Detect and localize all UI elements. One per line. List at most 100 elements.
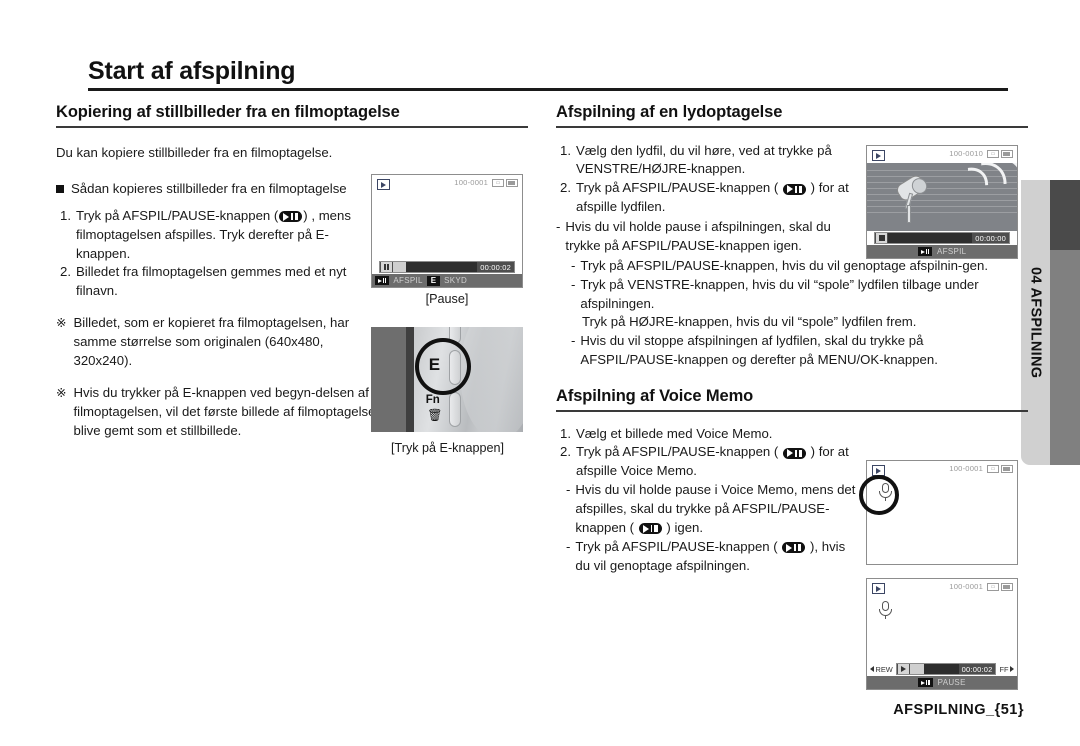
- ff-control[interactable]: FF: [999, 665, 1014, 674]
- step-text-a: Tryk på AFSPIL/PAUSE-knappen (: [576, 180, 779, 196]
- intro-paragraph: Du kan kopiere stillbilleder fra en film…: [56, 144, 333, 160]
- transport-row: REW 00:00:02 FF: [867, 663, 1017, 676]
- file-number-label: 100-0001: [454, 178, 488, 187]
- page-title-rule: [88, 88, 1008, 91]
- play-pause-key-icon: [375, 276, 390, 285]
- sub-item-text: Hvis du vil stoppe afspilningen af lydfi…: [580, 333, 938, 368]
- step-text: Tryk på AFSPIL/PAUSE-knappen () , mens f…: [76, 207, 376, 264]
- sub-item-text: Tryk på VENSTRE-knappen, hvis du vil “sp…: [580, 276, 979, 311]
- section-title-rule: [56, 126, 528, 128]
- sub-item-text: Tryk på AFSPIL/PAUSE-knappen, hvis du vi…: [580, 257, 988, 273]
- note-mark-icon: ※: [56, 385, 67, 400]
- playback-mode-icon: [872, 150, 885, 161]
- e-key-icon: E: [426, 275, 441, 286]
- audio-extra-line: Tryk på HØJRE-knappen, hvis du vil “spol…: [582, 314, 917, 330]
- step-text-b: ): [810, 180, 816, 196]
- sub-item: - Hvis du vil holde pause i Voice Memo, …: [556, 481, 856, 538]
- rew-label: REW: [875, 664, 893, 674]
- camera-button-fn[interactable]: [448, 392, 461, 427]
- lcd-pause-preview: 100-0001 ▭ 00:00:02 AFSPIL E SKYD: [371, 174, 523, 288]
- step-number: 2.: [560, 444, 571, 460]
- lcd-voice-memo-select: 100-0001 ▭: [859, 460, 1018, 565]
- page-footer: AFSPILNING_{51}: [893, 702, 1024, 718]
- list-item: 2. Tryk på AFSPIL/PAUSE-knappen ( ) for …: [556, 443, 856, 481]
- playback-mode-icon: [872, 583, 885, 594]
- progress-thumb: [909, 664, 924, 674]
- battery-icon: [1001, 583, 1013, 591]
- bullet-heading-text: Sådan kopieres stillbilleder fra en film…: [71, 180, 347, 196]
- microphone-artwork: [867, 163, 1017, 231]
- playback-mode-icon: [377, 179, 390, 190]
- list-item: 2. Tryk på AFSPIL/PAUSE-knappen ( ) for …: [556, 179, 856, 217]
- section-title-copy-stills: Kopiering af stillbilleder fra en filmop…: [56, 103, 400, 121]
- mic-stem-icon: [885, 615, 887, 619]
- step-number: 1.: [560, 425, 571, 441]
- camera-body-curve: [459, 327, 523, 432]
- sub-item-text: Tryk på AFSPIL/PAUSE-knappen ( ), hvis d…: [575, 538, 856, 576]
- play-pause-key-icon: [917, 247, 932, 256]
- sub-item-pre: Hvis du vil holde pause i Voice Memo, me…: [575, 482, 856, 535]
- mic-stand-icon: [907, 205, 912, 223]
- pause-state-label: PAUSE: [937, 678, 966, 687]
- step-text-a: Tryk på AFSPIL/PAUSE-knappen (: [76, 207, 279, 223]
- play-pause-button-icon: [782, 183, 806, 195]
- dash-marker: -: [571, 276, 576, 292]
- step-text-b: ): [810, 444, 816, 460]
- rew-control[interactable]: REW: [870, 665, 893, 674]
- step-text: Tryk på AFSPIL/PAUSE-knappen ( ) for at …: [576, 443, 856, 481]
- file-number-label: 100-0010: [949, 149, 983, 158]
- time-code-label: 00:00:00: [972, 233, 1009, 243]
- lcd-menu-bar: PAUSE: [867, 676, 1017, 689]
- battery-icon: [1001, 150, 1013, 158]
- photo-dark-edge: [371, 327, 406, 432]
- progress-track: [406, 262, 478, 272]
- sub-item-text: Hvis du vil holde pause i afspilningen, …: [565, 219, 831, 253]
- highlight-circle-icon: [859, 475, 899, 515]
- square-bullet-icon: [56, 184, 64, 193]
- play-pause-button-icon: [782, 447, 806, 459]
- dash-marker: -: [556, 219, 561, 234]
- sub-item: - Hvis du vil holde pause i afspilningen…: [556, 218, 856, 256]
- note-item: ※ Hvis du trykker på E-knappen ved begyn…: [56, 384, 386, 441]
- trash-icon: 🗑: [427, 407, 443, 422]
- photo-dark-edge-2: [405, 327, 414, 432]
- step-number: 2.: [60, 264, 71, 280]
- e-button-label: E: [428, 355, 441, 375]
- sub-item-text: Hvis du vil holde pause i Voice Memo, me…: [575, 481, 856, 538]
- dash-marker: -: [566, 482, 571, 498]
- file-number-label: 100-0001: [949, 582, 983, 591]
- list-item: 1. Vælg et billede med Voice Memo.: [556, 425, 856, 444]
- step-text: Vælg den lydfil, du vil høre, ved at try…: [576, 142, 832, 177]
- skyd-label: SKYD: [444, 276, 468, 285]
- step-number: 2.: [560, 180, 571, 196]
- play-pause-button-icon: [279, 211, 303, 223]
- list-item: 1. Tryk på AFSPIL/PAUSE-knappen () , men…: [56, 207, 376, 264]
- step-text: Billedet fra filmoptagelsen gemmes med e…: [76, 264, 347, 299]
- memory-card-icon: ▭: [492, 179, 504, 187]
- step-text-b: ) ,: [303, 207, 316, 223]
- sub-item: - Tryk på AFSPIL/PAUSE-knappen ( ), hvis…: [556, 538, 856, 576]
- camera-photo-caption: [Tryk på E-knappen]: [391, 441, 504, 455]
- dash-marker: -: [571, 333, 576, 349]
- afspil-label: AFSPIL: [393, 276, 423, 285]
- audio-steps-list: 1. Vælg den lydfil, du vil høre, ved at …: [556, 142, 856, 256]
- memory-card-icon: ▭: [987, 465, 999, 473]
- memory-card-icon: ▭: [987, 150, 999, 158]
- dash-marker: -: [566, 538, 571, 554]
- side-tab-darker-band: [1049, 180, 1080, 250]
- battery-icon: [1001, 465, 1013, 473]
- note-text: Hvis du trykker på E-knappen ved begyn-d…: [73, 384, 383, 438]
- note-item: ※ Billedet, som er kopieret fra filmopta…: [56, 314, 376, 371]
- step-text-a: Tryk på AFSPIL/PAUSE-knappen (: [576, 444, 779, 460]
- battery-icon: [506, 179, 518, 187]
- pause-marker-icon: [381, 262, 392, 272]
- section-title-rule: [556, 410, 1028, 412]
- ff-label: FF: [999, 664, 1009, 674]
- voice-memo-steps-list: 1. Vælg et billede med Voice Memo. 2. Tr…: [556, 425, 856, 576]
- sub-item-post: ) igen.: [666, 519, 704, 535]
- list-item: 1. Vælg den lydfil, du vil høre, ved at …: [556, 142, 856, 180]
- sub-item: - Tryk på AFSPIL/PAUSE-knappen, hvis du …: [556, 257, 1016, 276]
- progress-thumb: [393, 262, 406, 272]
- lcd-menu-bar: AFSPIL: [867, 245, 1017, 258]
- progress-row: 00:00:02: [379, 261, 515, 273]
